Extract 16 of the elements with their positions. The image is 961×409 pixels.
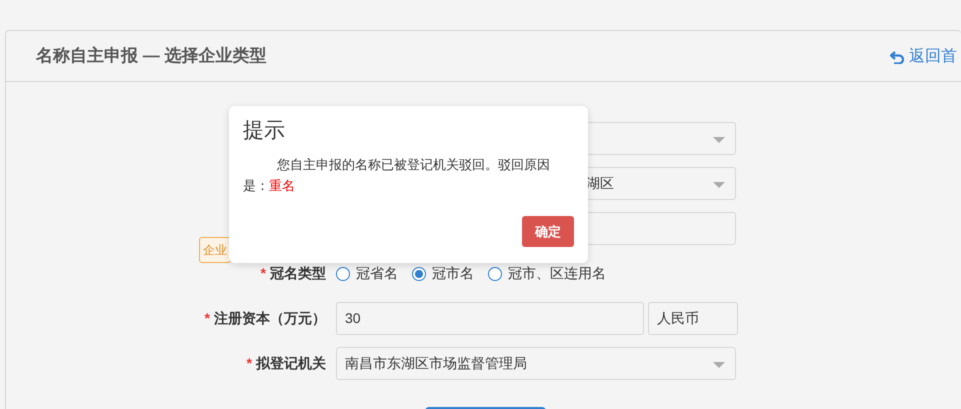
return-icon xyxy=(890,50,904,64)
field-label: * 冠名类型 xyxy=(260,265,326,281)
panel-title: 名称自主申报 — 选择企业类型 xyxy=(36,45,266,68)
dialog-title: 提示 xyxy=(243,118,286,144)
enterprise-tag: 企业 xyxy=(199,237,231,263)
currency-field[interactable]: 人民币 xyxy=(648,302,738,335)
select-field[interactable]: 南昌市东湖区市场监督管理局 xyxy=(336,347,736,380)
radio-option[interactable]: 冠市名 xyxy=(412,263,474,284)
radio-option[interactable]: 冠市、区连用名 xyxy=(488,263,606,284)
field-label: * 拟登记机关 xyxy=(246,355,326,371)
confirm-button[interactable]: 确定 xyxy=(522,216,574,247)
back-home-link[interactable]: 返回首 xyxy=(890,45,957,69)
field-label: * 注册资本（万元） xyxy=(204,310,326,326)
input-field[interactable]: 30 xyxy=(336,302,644,335)
dialog-message: 您自主申报的名称已被登记机关驳回。驳回原因是：重名 xyxy=(243,156,551,195)
radio-option[interactable]: 冠省名 xyxy=(336,263,398,284)
